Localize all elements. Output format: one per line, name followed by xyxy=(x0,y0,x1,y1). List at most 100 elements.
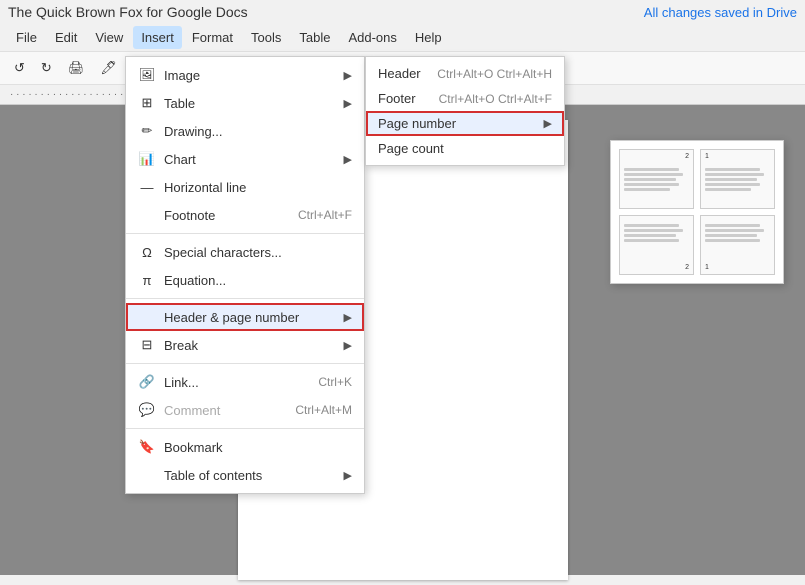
image-icon: 🖼 xyxy=(138,66,156,84)
page-num-bottom-right: 2 xyxy=(685,264,689,271)
toc-submenu-arrow: ▶ xyxy=(344,469,352,482)
mini-line-10 xyxy=(705,188,751,191)
chart-submenu-arrow: ▶ xyxy=(344,153,352,166)
mini-line-5 xyxy=(624,188,670,191)
mini-page-top-left: 1 xyxy=(701,150,774,208)
link-icon: 🔗 xyxy=(138,373,156,391)
footnote-shortcut: Ctrl+Alt+F xyxy=(298,208,352,222)
mini-page-bottom-right: 2 xyxy=(620,216,693,274)
comment-shortcut: Ctrl+Alt+M xyxy=(295,403,352,417)
undo-button[interactable]: ↺ xyxy=(8,57,31,79)
image-label: Image xyxy=(164,68,200,83)
mini-line-16 xyxy=(705,229,764,232)
header-submenu-item-page-number[interactable]: Page number ▶ xyxy=(366,111,564,136)
mini-line-13 xyxy=(624,234,676,237)
paint-format-button[interactable]: 🖊 xyxy=(94,57,123,79)
page-number-preview-panel: 2 1 2 xyxy=(610,140,784,284)
print-button[interactable]: 🖨 xyxy=(62,57,91,79)
mini-line-1 xyxy=(624,168,679,171)
hline-icon: — xyxy=(138,178,156,196)
page-num-bottom-left: 1 xyxy=(705,264,709,271)
mini-page-top-right: 2 xyxy=(620,150,693,208)
footer-shortcut: Ctrl+Alt+O Ctrl+Alt+F xyxy=(439,92,552,106)
footer-item-label: Footer xyxy=(378,91,431,106)
comment-label: Comment xyxy=(164,403,220,418)
bookmark-icon: 🔖 xyxy=(138,438,156,456)
link-label: Link... xyxy=(164,375,199,390)
page-number-arrow: ▶ xyxy=(544,117,552,130)
table-icon: ⊞ xyxy=(138,94,156,112)
menu-item-footnote[interactable]: Footnote Ctrl+Alt+F xyxy=(126,201,364,229)
menu-file[interactable]: File xyxy=(8,26,45,49)
page-num-top-right: 2 xyxy=(685,153,689,160)
header-submenu: Header Ctrl+Alt+O Ctrl+Alt+H Footer Ctrl… xyxy=(365,56,565,166)
footnote-icon xyxy=(138,206,156,224)
menu-bar: File Edit View Insert Format Tools Table… xyxy=(0,24,805,52)
mini-page-bottom-left: 1 xyxy=(701,216,774,274)
insert-menu: 🖼 Image ▶ ⊞ Table ▶ ✏ Drawing... 📊 Chart… xyxy=(125,56,365,494)
chart-label: Chart xyxy=(164,152,196,167)
menu-item-horizontal-line[interactable]: — Horizontal line xyxy=(126,173,364,201)
break-label: Break xyxy=(164,338,198,353)
toc-icon xyxy=(138,466,156,484)
page-count-item-label: Page count xyxy=(378,141,552,156)
mini-line-3 xyxy=(624,178,676,181)
equation-label: Equation... xyxy=(164,273,226,288)
redo-button[interactable]: ↻ xyxy=(35,57,58,79)
menu-item-equation[interactable]: π Equation... xyxy=(126,266,364,294)
drawing-icon: ✏ xyxy=(138,122,156,140)
preview-bottom-left[interactable]: 1 xyxy=(700,215,775,275)
header-icon xyxy=(138,308,156,326)
menu-item-link[interactable]: 🔗 Link... Ctrl+K xyxy=(126,368,364,396)
toc-label: Table of contents xyxy=(164,468,262,483)
mini-line-12 xyxy=(624,229,683,232)
table-submenu-arrow: ▶ xyxy=(344,97,352,110)
mini-line-6 xyxy=(705,168,760,171)
header-submenu-arrow: ▶ xyxy=(344,311,352,324)
omega-icon: Ω xyxy=(138,243,156,261)
menu-format[interactable]: Format xyxy=(184,26,241,49)
menu-item-chart[interactable]: 📊 Chart ▶ xyxy=(126,145,364,173)
doc-title: The Quick Brown Fox for Google Docs xyxy=(8,4,248,20)
preview-top-right[interactable]: 2 xyxy=(619,149,694,209)
image-submenu-arrow: ▶ xyxy=(344,69,352,82)
top-bar: The Quick Brown Fox for Google Docs All … xyxy=(0,0,805,24)
drawing-label: Drawing... xyxy=(164,124,223,139)
menu-tools[interactable]: Tools xyxy=(243,26,289,49)
menu-item-header-page-number[interactable]: Header & page number ▶ xyxy=(126,303,364,331)
menu-item-table[interactable]: ⊞ Table ▶ xyxy=(126,89,364,117)
table-label: Table xyxy=(164,96,195,111)
mini-line-17 xyxy=(705,234,757,237)
menu-item-break[interactable]: ⊟ Break ▶ xyxy=(126,331,364,359)
preview-top-left[interactable]: 1 xyxy=(700,149,775,209)
menu-divider-2 xyxy=(126,298,364,299)
menu-divider-1 xyxy=(126,233,364,234)
menu-item-table-of-contents[interactable]: Table of contents ▶ xyxy=(126,461,364,489)
preview-bottom-right[interactable]: 2 xyxy=(619,215,694,275)
header-submenu-item-footer[interactable]: Footer Ctrl+Alt+O Ctrl+Alt+F xyxy=(366,86,564,111)
mini-line-9 xyxy=(705,183,760,186)
bookmark-label: Bookmark xyxy=(164,440,223,455)
footnote-label: Footnote xyxy=(164,208,215,223)
header-shortcut: Ctrl+Alt+O Ctrl+Alt+H xyxy=(437,67,552,81)
menu-insert[interactable]: Insert xyxy=(133,26,182,49)
mini-line-7 xyxy=(705,173,764,176)
menu-item-drawing[interactable]: ✏ Drawing... xyxy=(126,117,364,145)
header-submenu-item-page-count[interactable]: Page count xyxy=(366,136,564,161)
header-submenu-item-header[interactable]: Header Ctrl+Alt+O Ctrl+Alt+H xyxy=(366,61,564,86)
menu-help[interactable]: Help xyxy=(407,26,450,49)
menu-divider-4 xyxy=(126,428,364,429)
header-label: Header & page number xyxy=(164,310,299,325)
mini-line-2 xyxy=(624,173,683,176)
menu-view[interactable]: View xyxy=(87,26,131,49)
header-item-label: Header xyxy=(378,66,429,81)
pi-icon: π xyxy=(138,271,156,289)
menu-item-special-characters[interactable]: Ω Special characters... xyxy=(126,238,364,266)
menu-addons[interactable]: Add-ons xyxy=(340,26,404,49)
menu-table[interactable]: Table xyxy=(291,26,338,49)
menu-edit[interactable]: Edit xyxy=(47,26,85,49)
hline-label: Horizontal line xyxy=(164,180,246,195)
chart-icon: 📊 xyxy=(138,150,156,168)
menu-item-bookmark[interactable]: 🔖 Bookmark xyxy=(126,433,364,461)
menu-item-image[interactable]: 🖼 Image ▶ xyxy=(126,61,364,89)
